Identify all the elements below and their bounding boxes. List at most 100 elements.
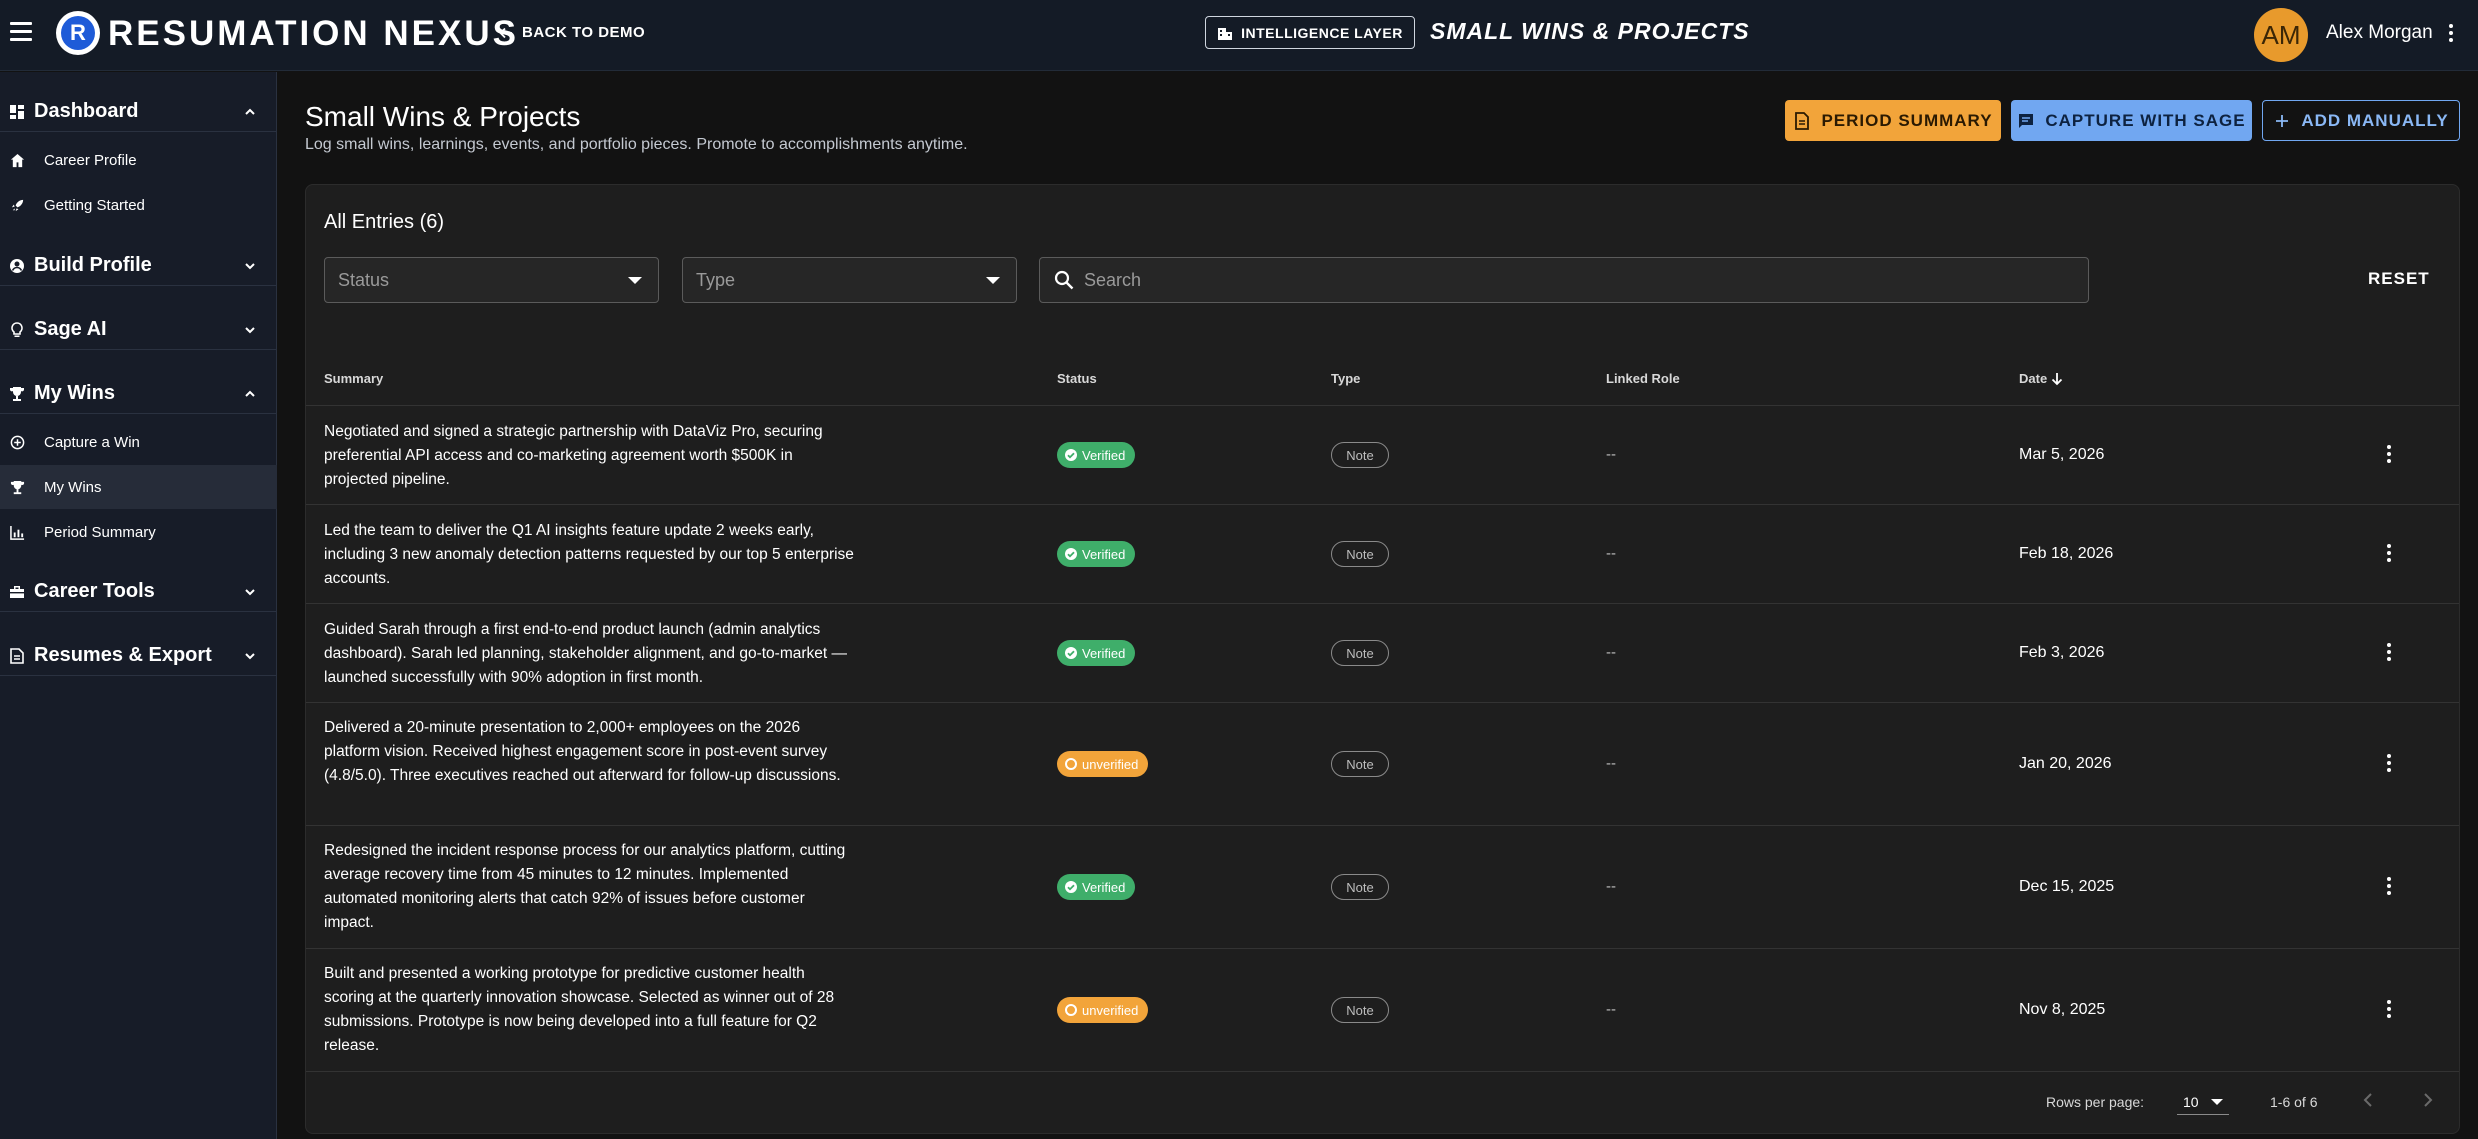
building-icon <box>1218 27 1233 40</box>
column-header-status[interactable]: Status <box>1057 371 1097 386</box>
sidebar-item-label: Getting Started <box>44 196 145 214</box>
row-actions-icon[interactable] <box>2386 1000 2392 1020</box>
status-badge: Verified <box>1057 640 1136 666</box>
type-badge: Note <box>1331 541 1389 567</box>
add-manually-button[interactable]: ADD MANUALLY <box>2262 100 2460 141</box>
type-badge: Note <box>1331 751 1389 777</box>
sidebar-item-period-summary[interactable]: Period Summary <box>0 510 277 554</box>
summary-cell: Led the team to deliver the Q1 AI insigh… <box>324 522 854 587</box>
type-badge: Note <box>1331 997 1389 1023</box>
table-row[interactable]: Built and presented a working prototype … <box>306 949 2459 1072</box>
summary-cell: Built and presented a working prototype … <box>324 965 835 1054</box>
date-cell: Feb 3, 2026 <box>2019 644 2105 661</box>
back-to-demo-link[interactable]: BACK TO DEMO <box>498 24 645 41</box>
row-actions-icon[interactable] <box>2386 445 2392 465</box>
arrow-left-icon <box>499 27 512 38</box>
column-header-date[interactable]: Date <box>2019 371 2064 386</box>
entries-card: All Entries (6) Status Type RESET Summar… <box>305 184 2460 1134</box>
table-row[interactable]: Delivered a 20-minute presentation to 2,… <box>306 703 2459 826</box>
search-field[interactable] <box>1039 257 2089 303</box>
chat-icon <box>2019 113 2034 128</box>
rocket-icon <box>8 196 26 214</box>
pending-circle-icon <box>1065 1004 1077 1016</box>
sidebar-section-career-tools[interactable]: Career Tools <box>0 572 277 612</box>
summary-cell: Negotiated and signed a strategic partne… <box>324 423 823 488</box>
user-name[interactable]: Alex Morgan <box>2326 22 2433 44</box>
logo-letter: R <box>61 16 95 50</box>
column-header-linked-role[interactable]: Linked Role <box>1606 371 1680 386</box>
status-badge: unverified <box>1057 997 1149 1023</box>
sidebar-item-getting-started[interactable]: Getting Started <box>0 183 277 227</box>
rows-per-page-select[interactable]: 10 <box>2177 1089 2229 1115</box>
chevron-right-icon[interactable] <box>2417 1090 2437 1110</box>
linked-role-cell: -- <box>1606 446 1616 463</box>
summary-cell: Redesigned the incident response process… <box>324 842 846 931</box>
row-actions-icon[interactable] <box>2386 643 2392 663</box>
linked-role-cell: -- <box>1606 1001 1616 1018</box>
date-cell: Dec 15, 2025 <box>2019 878 2115 895</box>
sidebar-item-capture-a-win[interactable]: Capture a Win <box>0 420 277 464</box>
sidebar-item-label: Career Profile <box>44 151 137 169</box>
sidebar-section-label: Build Profile <box>34 254 152 276</box>
summary-cell: Delivered a 20-minute presentation to 2,… <box>324 719 841 784</box>
trophy-icon <box>8 385 26 403</box>
reset-button[interactable]: RESET <box>2368 269 2430 289</box>
search-icon <box>1054 270 1074 290</box>
pagination-range: 1-6 of 6 <box>2270 1094 2318 1110</box>
sidebar-section-build-profile[interactable]: Build Profile <box>0 246 277 286</box>
status-label: Verified <box>1082 879 1126 895</box>
account-circle-icon <box>8 257 26 275</box>
search-input[interactable] <box>1084 269 2064 291</box>
sidebar-item-career-profile[interactable]: Career Profile <box>0 138 277 182</box>
type-badge: Note <box>1331 874 1389 900</box>
chevron-up-icon <box>245 108 255 115</box>
status-label: Verified <box>1082 546 1126 562</box>
period-summary-button[interactable]: PERIOD SUMMARY <box>1785 100 2001 141</box>
linked-role-cell: -- <box>1606 545 1616 562</box>
type-filter-select[interactable]: Type <box>682 257 1017 303</box>
linked-role-cell: -- <box>1606 755 1616 772</box>
sidebar: Dashboard Career Profile Getting Started… <box>0 72 277 1139</box>
row-actions-icon[interactable] <box>2386 544 2392 564</box>
date-cell: Feb 18, 2026 <box>2019 545 2114 562</box>
date-cell: Mar 5, 2026 <box>2019 446 2105 463</box>
plus-icon <box>2276 114 2289 127</box>
sidebar-item-my-wins[interactable]: My Wins <box>0 465 277 509</box>
menu-icon[interactable] <box>10 22 32 44</box>
table-row[interactable]: Negotiated and signed a strategic partne… <box>306 406 2459 505</box>
add-manually-label: ADD MANUALLY <box>2301 110 2449 130</box>
sidebar-section-my-wins[interactable]: My Wins <box>0 374 277 414</box>
chevron-down-icon <box>245 589 255 596</box>
type-filter-placeholder: Type <box>696 269 736 290</box>
toolbox-icon <box>8 583 26 601</box>
sidebar-section-sage-ai[interactable]: Sage AI <box>0 310 277 350</box>
table-row[interactable]: Guided Sarah through a first end-to-end … <box>306 604 2459 703</box>
document-icon <box>1795 111 1810 130</box>
status-badge: Verified <box>1057 442 1136 468</box>
sidebar-section-resumes-export[interactable]: Resumes & Export <box>0 636 277 676</box>
column-header-summary[interactable]: Summary <box>324 371 383 386</box>
row-actions-icon[interactable] <box>2386 877 2392 897</box>
dropdown-arrow-icon <box>2211 1099 2223 1105</box>
chevron-left-icon[interactable] <box>2359 1090 2379 1110</box>
chevron-down-icon <box>245 263 255 270</box>
sidebar-item-label: My Wins <box>44 478 102 496</box>
column-header-type[interactable]: Type <box>1331 371 1360 386</box>
table-row[interactable]: Redesigned the incident response process… <box>306 826 2459 949</box>
type-badge: Note <box>1331 640 1389 666</box>
sidebar-item-label: Period Summary <box>44 523 156 541</box>
status-label: Verified <box>1082 447 1126 463</box>
table-row[interactable]: Led the team to deliver the Q1 AI insigh… <box>306 505 2459 604</box>
status-filter-select[interactable]: Status <box>324 257 659 303</box>
intelligence-layer-chip[interactable]: INTELLIGENCE LAYER <box>1205 16 1415 49</box>
status-badge: unverified <box>1057 751 1149 777</box>
more-vert-icon[interactable] <box>2448 24 2454 44</box>
dropdown-arrow-icon <box>628 277 642 284</box>
chevron-down-icon <box>245 653 255 660</box>
avatar[interactable]: AM <box>2254 8 2308 62</box>
row-actions-icon[interactable] <box>2386 754 2392 774</box>
check-circle-icon <box>1065 449 1077 461</box>
status-label: Verified <box>1082 645 1126 661</box>
sidebar-section-dashboard[interactable]: Dashboard <box>0 92 277 132</box>
capture-with-sage-button[interactable]: CAPTURE WITH SAGE <box>2011 100 2252 141</box>
